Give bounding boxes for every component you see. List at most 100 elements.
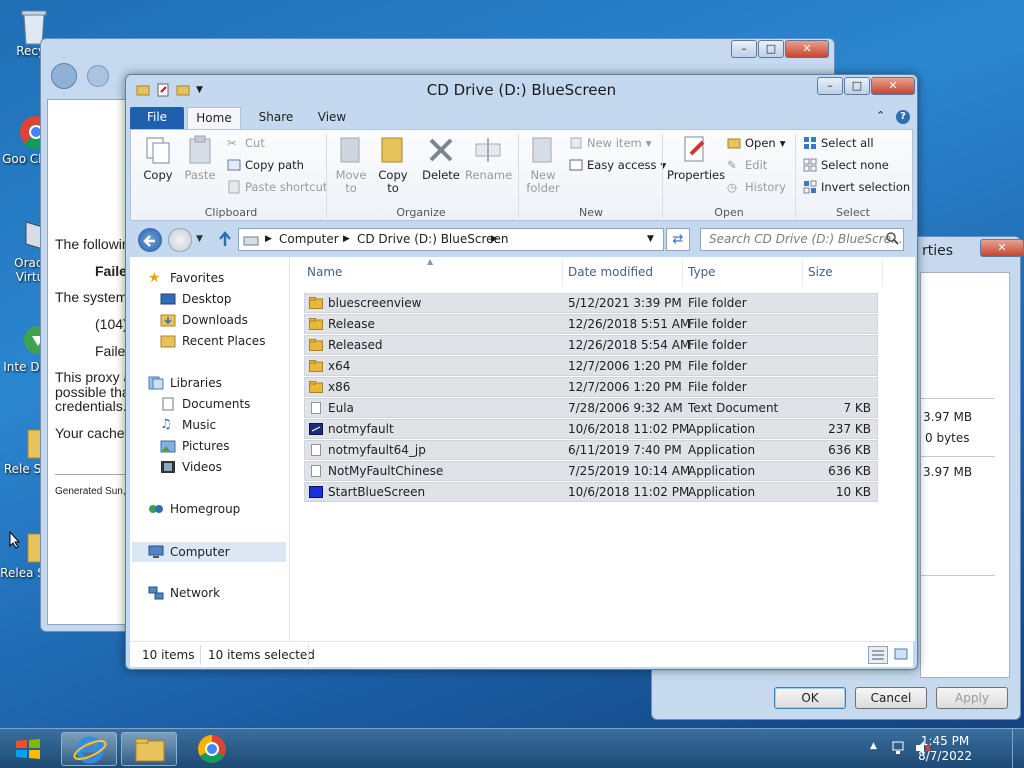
- nav-homegroup[interactable]: Homegroup: [148, 502, 240, 516]
- table-row[interactable]: Released 12/26/2018 5:54 AM File folder: [304, 335, 878, 355]
- table-row[interactable]: x64 12/7/2006 1:20 PM File folder: [304, 356, 878, 376]
- history-button[interactable]: ◷ History: [727, 180, 786, 194]
- details-view-icon[interactable]: [868, 646, 888, 664]
- network-tray-icon[interactable]: [891, 740, 907, 759]
- back-button[interactable]: [51, 63, 77, 89]
- nav-music[interactable]: ♫ Music: [160, 418, 216, 433]
- maximize-button[interactable]: □: [758, 40, 784, 58]
- help-icon[interactable]: ?: [896, 110, 910, 124]
- taskbar-file-explorer[interactable]: [121, 732, 177, 766]
- new-item-button[interactable]: New item ▾: [569, 136, 652, 150]
- scissors-icon: ✂: [227, 136, 237, 150]
- recent-locations-chevron-icon[interactable]: ▼: [196, 234, 203, 244]
- nav-computer[interactable]: Computer: [132, 542, 286, 562]
- close-button[interactable]: ✕: [785, 40, 829, 58]
- forward-button[interactable]: [168, 228, 192, 252]
- clock-date: 8/7/2022: [918, 749, 972, 763]
- nav-desktop[interactable]: Desktop: [160, 292, 232, 306]
- tab-share[interactable]: Share: [250, 107, 302, 129]
- browser-text: This proxy a: [55, 369, 132, 385]
- column-header-type[interactable]: Type: [688, 265, 716, 279]
- file-date-modified: 12/7/2006 1:20 PM: [568, 380, 682, 394]
- address-bar[interactable]: ▶ Computer ▶ CD Drive (D:) BlueScreen ▶ …: [238, 228, 664, 251]
- group-label-open: Open: [714, 206, 744, 219]
- large-icons-view-icon[interactable]: [892, 646, 912, 664]
- taskbar-chrome[interactable]: [184, 732, 240, 766]
- edit-button[interactable]: ✎ Edit: [727, 158, 767, 172]
- table-row[interactable]: StartBlueScreen 10/6/2018 11:02 PM Applica…: [304, 482, 878, 502]
- nav-network[interactable]: Network: [148, 586, 220, 600]
- item-count: 10 items: [142, 648, 195, 662]
- rename-button[interactable]: Rename: [465, 134, 512, 182]
- breadcrumb-drive[interactable]: CD Drive (D:) BlueScreen: [357, 229, 509, 250]
- table-row[interactable]: bluescreenview 5/12/2021 3:39 PM File fold…: [304, 293, 878, 313]
- table-row[interactable]: Eula 7/28/2006 9:32 AM Text Document 7 KB: [304, 398, 878, 418]
- file-date-modified: 6/11/2019 7:40 PM: [568, 443, 682, 457]
- new-item-icon: [569, 136, 583, 150]
- nav-videos[interactable]: Videos: [160, 460, 222, 474]
- easy-access-button[interactable]: Easy access ▾: [569, 158, 666, 172]
- move-to-button[interactable]: Move to: [333, 134, 369, 195]
- table-row[interactable]: NotMyFaultChinese 7/25/2019 10:14 AM Appli…: [304, 461, 878, 481]
- libraries-icon: [148, 376, 164, 390]
- back-button[interactable]: [138, 228, 162, 252]
- copy-to-button[interactable]: Copy to: [375, 134, 411, 195]
- show-hidden-icons-icon[interactable]: ▲: [870, 741, 877, 751]
- browser-text: Faile: [95, 263, 127, 279]
- easy-access-icon: [569, 158, 583, 172]
- bluescreen-app-icon: [309, 486, 323, 498]
- search-input[interactable]: Search CD Drive (D:) BlueScre...: [700, 228, 904, 251]
- tab-home[interactable]: Home: [187, 107, 241, 129]
- invert-selection-icon: [803, 180, 817, 194]
- breadcrumb-computer[interactable]: Computer: [279, 229, 339, 250]
- maximize-button[interactable]: □: [844, 77, 870, 95]
- file-size: 7 KB: [843, 401, 871, 415]
- new-folder-button[interactable]: New folder: [523, 134, 563, 195]
- file-size: 10 KB: [835, 485, 871, 499]
- up-button[interactable]: [218, 231, 232, 250]
- nav-pictures[interactable]: Pictures: [160, 439, 230, 453]
- nav-documents[interactable]: Documents: [160, 397, 250, 411]
- minimize-button[interactable]: –: [731, 40, 757, 58]
- start-button[interactable]: [6, 732, 50, 766]
- close-button[interactable]: ✕: [871, 77, 915, 95]
- table-row[interactable]: notmyfault 10/6/2018 11:02 PM Application 2…: [304, 419, 878, 439]
- address-history-chevron-icon[interactable]: ▼: [647, 229, 654, 250]
- copy-path-button[interactable]: Copy path: [227, 158, 304, 172]
- column-header-date[interactable]: Date modified: [568, 265, 653, 279]
- column-header-size[interactable]: Size: [808, 265, 833, 279]
- table-row[interactable]: notmyfault64_jp 6/11/2019 7:40 PM Applicat…: [304, 440, 878, 460]
- paste-shortcut-button[interactable]: Paste shortcut: [227, 180, 327, 194]
- explorer-window[interactable]: ▼ CD Drive (D:) BlueScreen – □ ✕ File Ho…: [125, 74, 918, 670]
- nav-libraries[interactable]: Libraries: [148, 376, 222, 390]
- system-clock[interactable]: 1:45 PM 8/7/2022: [918, 734, 972, 764]
- copy-button[interactable]: Copy: [139, 134, 177, 182]
- nav-recent-places[interactable]: Recent Places: [160, 334, 265, 348]
- close-button[interactable]: ✕: [980, 239, 1024, 257]
- select-none-button[interactable]: Select none: [803, 158, 889, 172]
- divider: [921, 398, 995, 399]
- taskbar-internet-explorer[interactable]: [61, 732, 117, 766]
- select-all-button[interactable]: Select all: [803, 136, 874, 150]
- table-row[interactable]: x86 12/7/2006 1:20 PM File folder: [304, 377, 878, 397]
- minimize-button[interactable]: –: [817, 77, 843, 95]
- tab-view[interactable]: View: [308, 107, 356, 129]
- show-desktop-button[interactable]: [1012, 729, 1024, 768]
- refresh-button[interactable]: ⇄: [666, 228, 690, 251]
- column-header-name[interactable]: Name: [307, 265, 342, 279]
- table-row[interactable]: Release 12/26/2018 5:51 AM File folder: [304, 314, 878, 334]
- tab-file[interactable]: File: [130, 107, 184, 129]
- cut-button[interactable]: ✂ Cut: [227, 136, 265, 150]
- delete-button[interactable]: Delete: [421, 134, 461, 182]
- properties-button[interactable]: Properties: [667, 134, 725, 182]
- ok-button[interactable]: OK: [774, 687, 846, 709]
- forward-button[interactable]: [87, 65, 109, 87]
- nav-downloads[interactable]: Downloads: [160, 313, 248, 327]
- nav-favorites[interactable]: ★ Favorites: [148, 271, 224, 285]
- cancel-button[interactable]: Cancel: [855, 687, 927, 709]
- open-button[interactable]: Open ▾: [727, 136, 786, 150]
- minimize-ribbon-icon[interactable]: ⌃: [876, 109, 885, 122]
- apply-button[interactable]: Apply: [936, 687, 1008, 709]
- invert-selection-button[interactable]: Invert selection: [803, 180, 910, 194]
- paste-button[interactable]: Paste: [181, 134, 219, 182]
